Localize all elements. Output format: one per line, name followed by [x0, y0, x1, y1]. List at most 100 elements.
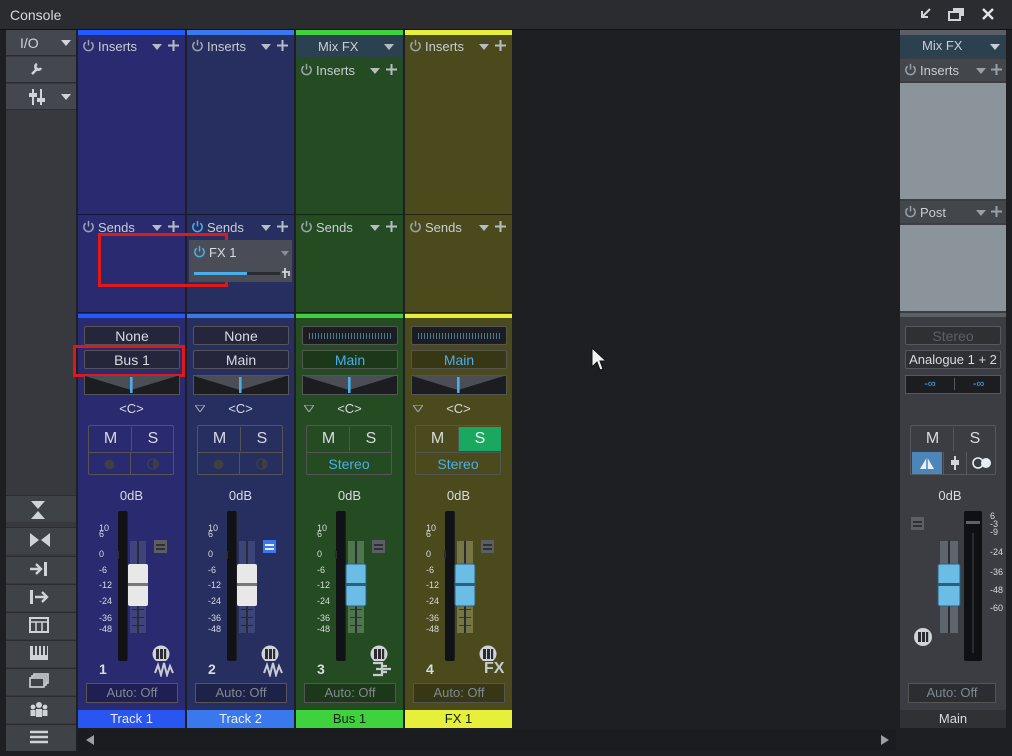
main-stereo-link[interactable] — [966, 452, 996, 474]
settings-button[interactable] — [6, 57, 76, 83]
io-button[interactable]: I/O — [6, 30, 76, 56]
inserts-header[interactable]: Inserts — [296, 59, 403, 81]
input-select[interactable]: None — [84, 326, 180, 345]
mute-button[interactable]: M — [199, 427, 241, 451]
add-icon[interactable] — [277, 40, 288, 51]
chevron-down-icon[interactable] — [479, 225, 489, 231]
add-icon[interactable] — [168, 40, 179, 51]
automation-button[interactable]: Auto: Off — [195, 683, 287, 703]
main-inserts-header[interactable]: Inserts — [900, 59, 1006, 81]
main-post-area[interactable] — [900, 225, 1006, 311]
pan-slider[interactable] — [302, 375, 398, 395]
chevron-down-icon[interactable] — [370, 68, 380, 74]
channel-number: 2 — [208, 661, 216, 677]
power-icon[interactable] — [300, 63, 313, 76]
sends-header[interactable]: Sends — [78, 216, 185, 238]
main-mute-button[interactable]: M — [912, 427, 954, 451]
volume-fader[interactable]: 10 6 0 -6 -12 -24 -36 -48 — [317, 511, 402, 661]
record-button[interactable] — [198, 453, 240, 475]
add-icon[interactable] — [277, 221, 288, 232]
main-mono-button[interactable] — [912, 452, 942, 474]
chevron-down-icon[interactable] — [152, 225, 162, 231]
chevron-down-icon[interactable] — [152, 44, 162, 50]
power-icon[interactable] — [191, 220, 204, 233]
pan-slider[interactable] — [411, 375, 507, 395]
main-output-select[interactable]: Analogue 1 + 2 — [905, 350, 1001, 369]
mixer-view-button[interactable] — [6, 84, 76, 110]
collapse-icon[interactable] — [918, 6, 936, 24]
volume-fader[interactable]: 10 6 0 -6 -12 -24 -36 -48 — [99, 511, 184, 661]
output-select[interactable]: Main — [193, 350, 289, 369]
restore-window-icon[interactable] — [948, 6, 966, 24]
people-button[interactable] — [6, 696, 76, 723]
collapse-strips-button[interactable] — [6, 527, 76, 554]
add-icon[interactable] — [495, 221, 506, 232]
keyboard-button[interactable] — [6, 640, 76, 667]
power-icon[interactable] — [300, 220, 313, 233]
chevron-down-icon[interactable] — [384, 44, 394, 50]
chevron-down-icon[interactable] — [370, 225, 380, 231]
groups-button[interactable] — [6, 668, 76, 695]
horizontal-scrollbar[interactable] — [78, 730, 896, 750]
solo-button[interactable]: S — [132, 427, 174, 451]
channel-mode[interactable]: Stereo — [307, 453, 391, 475]
main-fader-lock[interactable] — [943, 452, 965, 474]
channel-mode[interactable]: Stereo — [416, 453, 500, 475]
output-select[interactable]: Main — [302, 350, 398, 369]
send-slot[interactable]: FX 1 — [189, 240, 292, 282]
outputs-button[interactable] — [6, 584, 76, 611]
main-solo-button[interactable]: S — [954, 427, 996, 451]
send-level-slider[interactable] — [194, 272, 280, 275]
automation-button[interactable]: Auto: Off — [86, 683, 178, 703]
mute-button[interactable]: M — [417, 427, 459, 451]
power-icon[interactable] — [409, 220, 422, 233]
chevron-down-icon[interactable] — [261, 225, 271, 231]
input-select[interactable]: None — [193, 326, 289, 345]
power-icon[interactable] — [82, 39, 95, 52]
main-inserts-area[interactable] — [900, 83, 1006, 199]
monitor-button[interactable] — [241, 453, 283, 475]
volume-fader[interactable]: 10 6 0 -6 -12 -24 -36 -48 — [208, 511, 293, 661]
inputs-button[interactable] — [6, 556, 76, 583]
fader-scale-label: 6 — [99, 529, 104, 539]
add-post-icon — [991, 206, 1002, 217]
sends-header[interactable]: Sends — [187, 216, 294, 238]
add-icon[interactable] — [386, 221, 397, 232]
automation-button[interactable]: Auto: Off — [304, 683, 396, 703]
output-select[interactable]: Main — [411, 350, 507, 369]
close-icon[interactable] — [980, 6, 998, 24]
inserts-header[interactable]: Inserts — [187, 35, 294, 57]
add-icon[interactable] — [386, 64, 397, 75]
solo-button[interactable]: S — [350, 427, 392, 451]
solo-button[interactable]: S — [459, 427, 501, 451]
main-post-header[interactable]: Post — [900, 201, 1006, 223]
sends-header[interactable]: Sends — [296, 216, 403, 238]
chevron-down-icon[interactable] — [479, 44, 489, 50]
mute-button[interactable]: M — [308, 427, 350, 451]
add-icon[interactable] — [168, 221, 179, 232]
main-automation-button[interactable]: Auto: Off — [908, 683, 996, 703]
mix-fx-header[interactable]: Mix FX — [296, 35, 403, 57]
power-icon[interactable] — [191, 39, 204, 52]
automation-button[interactable]: Auto: Off — [413, 683, 505, 703]
main-input-select[interactable]: Stereo — [905, 326, 1001, 345]
chevron-down-icon[interactable] — [261, 44, 271, 50]
add-icon[interactable] — [495, 40, 506, 51]
power-icon[interactable] — [409, 39, 422, 52]
main-mix-fx-header[interactable]: Mix FX — [900, 35, 1006, 57]
instruments-button[interactable] — [6, 612, 76, 639]
pan-slider[interactable] — [84, 375, 180, 395]
mute-button[interactable]: M — [90, 427, 132, 451]
inserts-header[interactable]: Inserts — [78, 35, 185, 57]
record-button[interactable] — [89, 453, 131, 475]
narrow-strips-button[interactable] — [6, 495, 76, 522]
pan-slider[interactable] — [193, 375, 289, 395]
monitor-button[interactable] — [132, 453, 174, 475]
list-button[interactable] — [6, 724, 76, 751]
main-meter-scale-label: -36 — [990, 567, 1003, 577]
solo-button[interactable]: S — [241, 427, 283, 451]
inserts-header[interactable]: Inserts — [405, 35, 512, 57]
power-icon[interactable] — [82, 220, 95, 233]
volume-fader[interactable]: 10 6 0 -6 -12 -24 -36 -48 — [426, 511, 511, 661]
sends-header[interactable]: Sends — [405, 216, 512, 238]
